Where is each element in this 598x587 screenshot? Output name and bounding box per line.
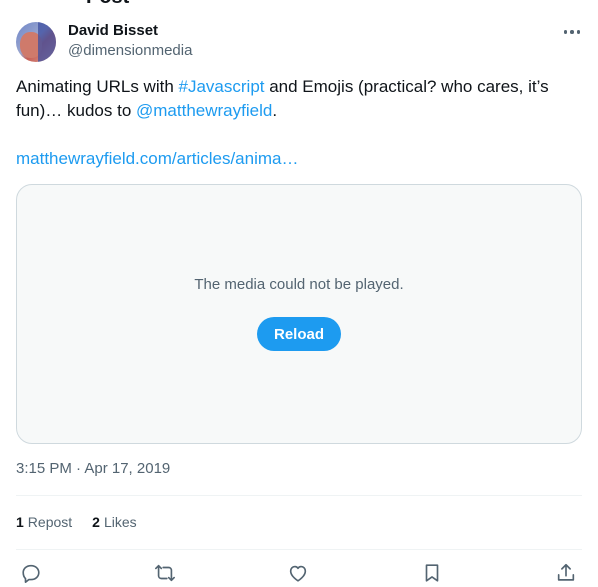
- author-handle[interactable]: @dimensionmedia: [68, 42, 192, 59]
- likes-label: Likes: [103, 514, 137, 530]
- engagement-stats: 1 Repost 2 Likes: [16, 514, 137, 530]
- reposts-count: 1: [16, 514, 24, 530]
- divider: [16, 549, 582, 550]
- tweet-text-part: .: [272, 101, 278, 120]
- action-bar: [0, 560, 598, 587]
- reposts-label: Repost: [27, 514, 73, 530]
- mention-link[interactable]: @matthewrayfield: [136, 101, 272, 120]
- author-name[interactable]: David Bisset: [68, 22, 158, 39]
- more-options-icon[interactable]: [560, 22, 584, 42]
- hashtag-link[interactable]: #Javascript: [179, 77, 265, 96]
- more-dot: [576, 30, 581, 34]
- post-timestamp[interactable]: 3:15 PM · Apr 17, 2019: [16, 460, 170, 477]
- likes-stat[interactable]: 2 Likes: [92, 514, 136, 530]
- like-icon[interactable]: [287, 562, 309, 584]
- article-url-link[interactable]: matthewrayfield.com/articles/anima…: [16, 147, 298, 171]
- reload-button[interactable]: Reload: [257, 317, 341, 351]
- post-page: Post David Bisset @dimensionmedia Animat…: [0, 0, 598, 587]
- media-container: The media could not be played. Reload: [16, 184, 582, 444]
- avatar[interactable]: [16, 22, 56, 62]
- tweet-text: Animating URLs with #Javascript and Emoj…: [16, 75, 582, 123]
- likes-count: 2: [92, 514, 100, 530]
- page-title: Post: [86, 0, 129, 9]
- more-dot: [570, 30, 574, 34]
- reposts-stat[interactable]: 1 Repost: [16, 514, 72, 530]
- reply-icon[interactable]: [20, 562, 42, 584]
- tweet-text-part: Animating URLs with: [16, 77, 179, 96]
- avatar-shade: [38, 22, 56, 62]
- repost-icon[interactable]: [154, 562, 176, 584]
- bookmark-icon[interactable]: [421, 562, 443, 584]
- media-error-message: The media could not be played.: [194, 276, 404, 293]
- more-dot: [563, 30, 568, 34]
- share-icon[interactable]: [555, 562, 577, 584]
- divider: [16, 495, 582, 496]
